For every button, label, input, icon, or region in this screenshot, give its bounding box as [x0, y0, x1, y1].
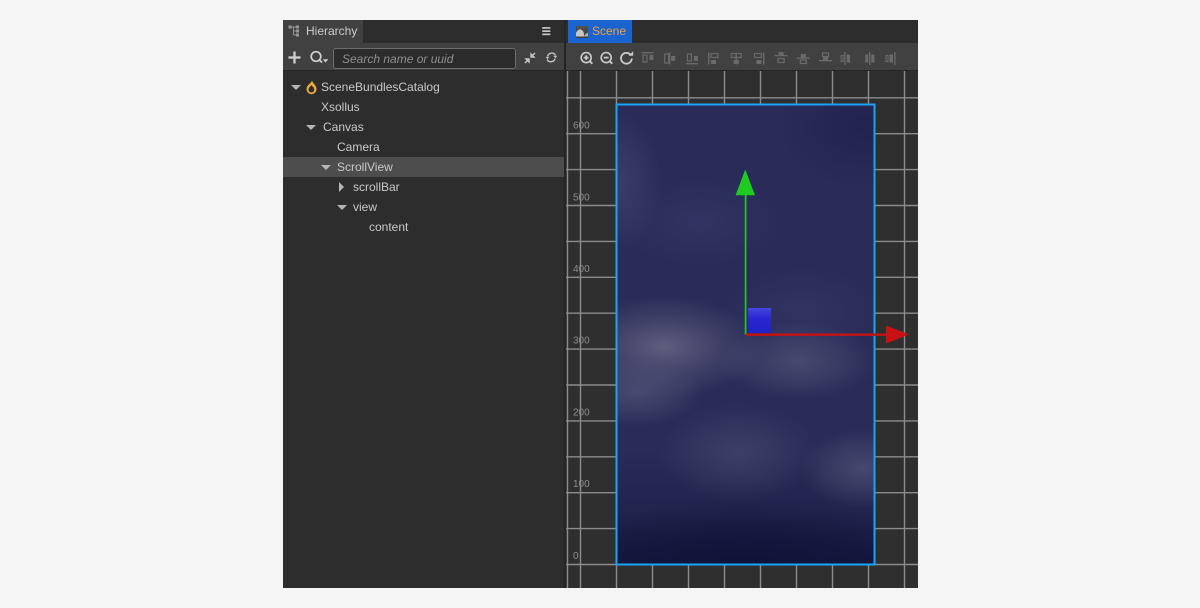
svg-text:600: 600 — [573, 121, 590, 132]
svg-text:400: 400 — [573, 264, 590, 275]
svg-text:200: 200 — [573, 408, 590, 419]
svg-text:500: 500 — [573, 193, 590, 204]
svg-text:300: 300 — [573, 336, 590, 347]
svg-text:100: 100 — [573, 479, 590, 490]
svg-text:0: 0 — [573, 551, 579, 562]
